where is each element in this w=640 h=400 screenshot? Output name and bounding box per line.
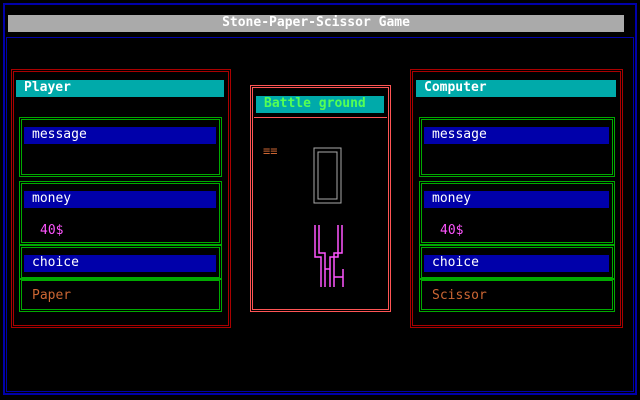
battle-ground-title: Battle ground xyxy=(264,96,366,111)
app-title: Stone-Paper-Scissor Game xyxy=(222,15,410,30)
computer-header: Computer xyxy=(416,80,616,97)
player-choice-value: Paper xyxy=(32,288,72,303)
computer-title: Computer xyxy=(424,80,487,95)
player-message-label-bar: message xyxy=(24,127,216,144)
battle-graphic xyxy=(313,147,344,287)
computer-money-label: money xyxy=(432,191,472,206)
player-header: Player xyxy=(16,80,224,97)
computer-choice-value: Scissor xyxy=(432,288,487,303)
battle-ground-divider xyxy=(254,117,387,118)
title-bar: Stone-Paper-Scissor Game xyxy=(8,15,624,32)
computer-message-box xyxy=(419,117,615,177)
computer-message-label: message xyxy=(432,127,487,142)
player-money-label-bar: money xyxy=(24,191,216,208)
computer-choice-label: choice xyxy=(432,255,479,270)
player-money-value: 40$ xyxy=(40,223,64,238)
computer-message-label-bar: message xyxy=(424,127,609,144)
player-message-box xyxy=(19,117,222,177)
paper-hand-icon xyxy=(313,147,342,204)
marker-icon: ≡≡ xyxy=(263,144,278,158)
scissor-hand-icon xyxy=(314,225,344,287)
computer-money-label-bar: money xyxy=(424,191,609,208)
player-title: Player xyxy=(24,80,71,95)
computer-money-value: 40$ xyxy=(440,223,464,238)
player-choice-label-bar: choice xyxy=(24,255,216,272)
player-money-label: money xyxy=(32,191,72,206)
player-choice-label: choice xyxy=(32,255,79,270)
battle-ground-header: Battle ground xyxy=(256,96,384,113)
computer-choice-label-bar: choice xyxy=(424,255,609,272)
player-message-label: message xyxy=(32,127,87,142)
